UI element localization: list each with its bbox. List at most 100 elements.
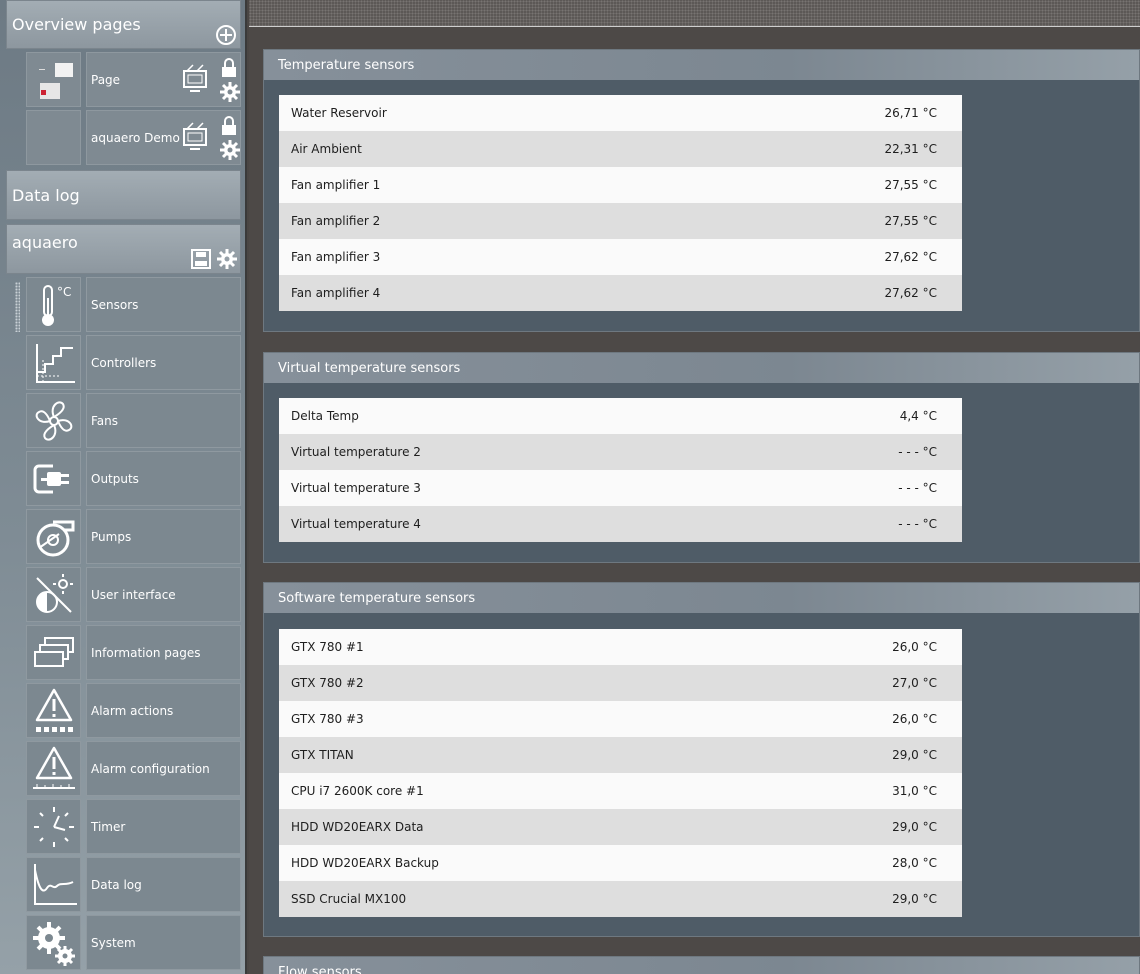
sensor-value: 26,0 °C (892, 712, 937, 726)
nav-item-fans[interactable]: Fans (26, 393, 241, 448)
sensor-list: Delta Temp 4,4 °C Virtual temperature 2 - … (279, 398, 962, 542)
sensor-row[interactable]: Water Reservoir 26,71 °C (279, 95, 962, 131)
nav-item-timer[interactable]: Timer (26, 799, 241, 854)
sensor-value: 27,55 °C (884, 178, 937, 192)
sidebar: Overview pages Page aquaero Demo Data lo… (0, 0, 247, 974)
sensor-value: 29,0 °C (892, 892, 937, 906)
drag-handle[interactable] (15, 282, 20, 332)
nav-icon-box (26, 451, 81, 506)
settings-gear-icon[interactable] (219, 81, 241, 103)
sensor-value: 4,4 °C (899, 409, 937, 423)
nav-label-box: Controllers (86, 335, 241, 390)
panel-header: Software temperature sensors (264, 583, 1139, 613)
controller-icon (35, 343, 75, 383)
device-header[interactable]: aquaero (6, 224, 241, 274)
sensor-row[interactable]: Virtual temperature 3 - - - °C (279, 470, 962, 506)
sensor-row[interactable]: Fan amplifier 4 27,62 °C (279, 275, 962, 311)
sensor-row[interactable]: HDD WD20EARX Backup 28,0 °C (279, 845, 962, 881)
add-page-icon[interactable] (215, 24, 237, 46)
fan-icon (35, 400, 72, 441)
nav-item-alarm-actions[interactable]: Alarm actions (26, 683, 241, 738)
sensor-name: HDD WD20EARX Data (291, 820, 424, 834)
nav-item-sensors[interactable]: °C Sensors (26, 277, 241, 332)
sensor-name: Virtual temperature 4 (291, 517, 421, 531)
panel-title: Software temperature sensors (278, 591, 476, 606)
main-content[interactable]: Temperature sensors Water Reservoir 26,71… (249, 0, 1140, 974)
sensor-name: Fan amplifier 2 (291, 214, 381, 228)
nav-item-controllers[interactable]: Controllers (26, 335, 241, 390)
overview-page-item[interactable]: aquaero Demo (26, 110, 241, 165)
nav-label: System (91, 936, 136, 950)
plug-icon (33, 464, 69, 493)
sensor-row[interactable]: Fan amplifier 2 27,55 °C (279, 203, 962, 239)
sensor-row[interactable]: GTX 780 #1 26,0 °C (279, 629, 962, 665)
save-icon[interactable] (191, 249, 211, 269)
sensor-name: Air Ambient (291, 142, 362, 156)
sensor-row[interactable]: HDD WD20EARX Data 29,0 °C (279, 809, 962, 845)
panel-title: Virtual temperature sensors (278, 361, 461, 376)
sensor-row[interactable]: GTX 780 #2 27,0 °C (279, 665, 962, 701)
alarm-config-icon (32, 746, 75, 789)
page-label-box[interactable]: Page (86, 52, 241, 107)
nav-icon-box: °C (26, 277, 81, 332)
nav-item-system[interactable]: System (26, 915, 241, 970)
nav-label: Pumps (91, 530, 132, 544)
nav-item-outputs[interactable]: Outputs (26, 451, 241, 506)
sensor-name: GTX 780 #2 (291, 676, 364, 690)
page-preview-icon (39, 63, 73, 99)
sensor-row[interactable]: SSD Crucial MX100 29,0 °C (279, 881, 962, 917)
sensor-name: Virtual temperature 2 (291, 445, 421, 459)
nav-item-data-log[interactable]: Data log (26, 857, 241, 912)
nav-label-box: Pumps (86, 509, 241, 564)
nav-item-information-pages[interactable]: Information pages (26, 625, 241, 680)
device-title: aquaero (12, 233, 78, 252)
nav-icon-box (26, 567, 81, 622)
display-on-lcd-icon[interactable] (181, 121, 211, 153)
nav-icon-box (26, 683, 81, 738)
flow-sensors-panel: Flow sensors (263, 956, 1140, 974)
gears-icon (32, 921, 75, 966)
nav-label: Information pages (91, 646, 201, 660)
nav-item-user-interface[interactable]: User interface (26, 567, 241, 622)
sensor-name: CPU i7 2600K core #1 (291, 784, 424, 798)
lock-icon[interactable] (219, 115, 239, 137)
page-thumbnail[interactable] (26, 110, 81, 165)
lock-icon[interactable] (219, 57, 239, 79)
sensor-row[interactable]: CPU i7 2600K core #1 31,0 °C (279, 773, 962, 809)
top-toolbar (249, 0, 1140, 27)
sensor-row[interactable]: Fan amplifier 1 27,55 °C (279, 167, 962, 203)
page-label-box[interactable]: aquaero Demo (86, 110, 241, 165)
nav-item-alarm-configuration[interactable]: Alarm configuration (26, 741, 241, 796)
graph-icon (33, 863, 77, 905)
sensor-value: - - - °C (898, 445, 937, 459)
sensor-value: 26,0 °C (892, 640, 937, 654)
overview-pages-header[interactable]: Overview pages (6, 0, 241, 49)
nav-item-pumps[interactable]: Pumps (26, 509, 241, 564)
nav-icon-box (26, 799, 81, 854)
overview-page-item[interactable]: Page (26, 52, 241, 107)
page-thumbnail[interactable] (26, 52, 81, 107)
sensor-value: 31,0 °C (892, 784, 937, 798)
sensor-row[interactable]: Virtual temperature 4 - - - °C (279, 506, 962, 542)
sensor-row[interactable]: Delta Temp 4,4 °C (279, 398, 962, 434)
display-on-lcd-icon[interactable] (181, 63, 211, 95)
nav-label-box: Alarm configuration (86, 741, 241, 796)
sensor-name: SSD Crucial MX100 (291, 892, 407, 906)
sensor-row[interactable]: Fan amplifier 3 27,62 °C (279, 239, 962, 275)
panel-header: Flow sensors (264, 957, 1139, 974)
sensor-row[interactable]: GTX 780 #3 26,0 °C (279, 701, 962, 737)
nav-icon-box (26, 857, 81, 912)
clock-icon (33, 806, 74, 847)
nav-icon-box (26, 393, 81, 448)
sensor-row[interactable]: Virtual temperature 2 - - - °C (279, 434, 962, 470)
sensor-name: Water Reservoir (291, 106, 387, 120)
sensor-row[interactable]: Air Ambient 22,31 °C (279, 131, 962, 167)
nav-label-box: Sensors (86, 277, 241, 332)
device-settings-icon[interactable] (216, 248, 238, 270)
sensor-name: Fan amplifier 3 (291, 250, 381, 264)
sensor-row[interactable]: GTX TITAN 29,0 °C (279, 737, 962, 773)
sensor-value: 27,55 °C (884, 214, 937, 228)
data-log-header[interactable]: Data log (6, 170, 241, 220)
settings-gear-icon[interactable] (219, 139, 241, 161)
nav-label: Timer (91, 820, 126, 834)
